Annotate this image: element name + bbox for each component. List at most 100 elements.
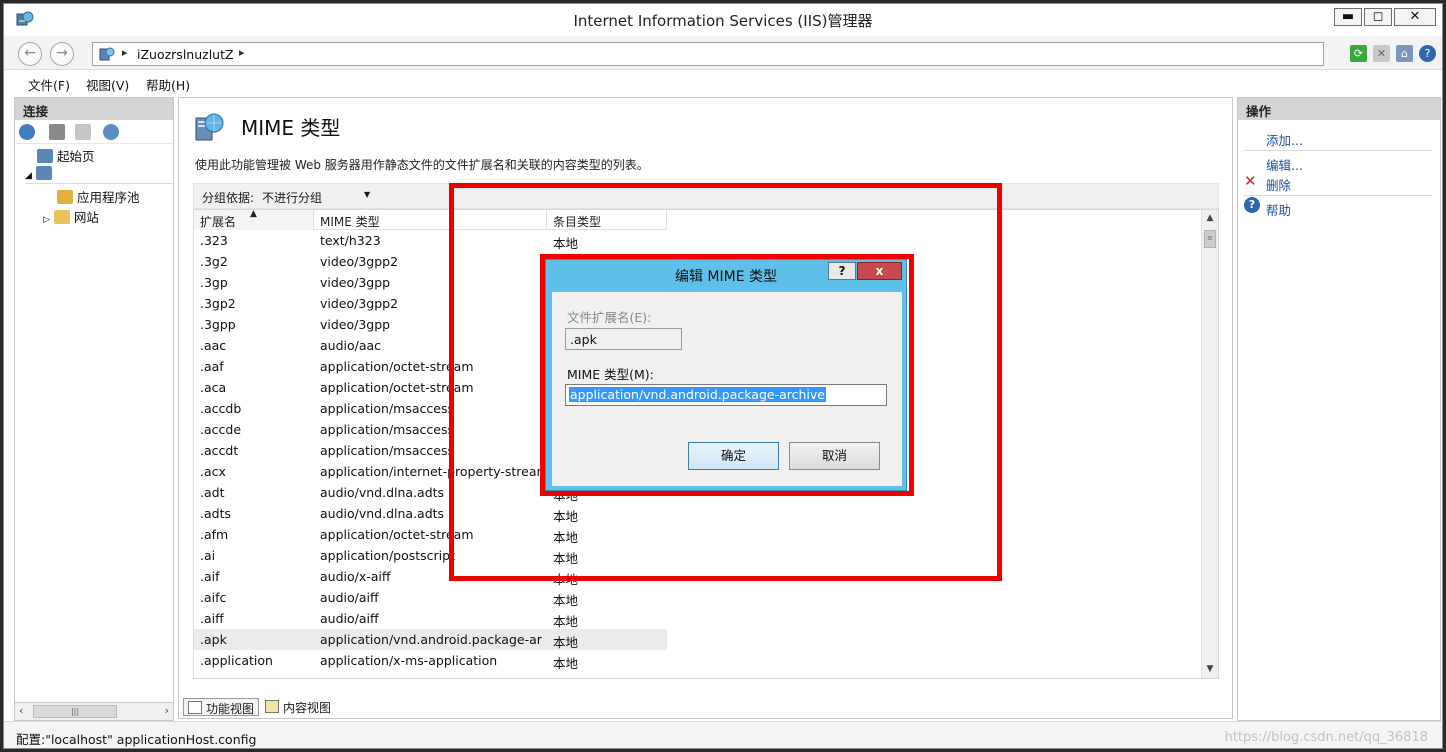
watermark: https://blog.csdn.net/qq_36818 xyxy=(1224,730,1428,745)
cell-extension: .aif xyxy=(200,569,220,584)
window-controls: ▬ ◻ ✕ xyxy=(1332,8,1436,26)
menu-bar: 文件(F) 视图(V) 帮助(H) xyxy=(4,70,1442,94)
nav-tools: ⟳ ✕ ⌂ ? xyxy=(1350,45,1436,62)
cell-extension: .application xyxy=(200,653,273,668)
menu-view[interactable]: 视图(V) xyxy=(86,75,129,94)
column-header-extension[interactable]: 扩展名 ▲ xyxy=(194,210,314,230)
cell-entry-type: 本地 xyxy=(553,635,579,650)
content-view-icon xyxy=(265,700,279,713)
action-delete[interactable]: 删除 xyxy=(1266,175,1291,194)
breadcrumb-server[interactable]: iZuozrslnuzlutZ xyxy=(137,47,234,62)
up-level-icon[interactable] xyxy=(75,124,91,140)
minimize-button[interactable]: ▬ xyxy=(1334,8,1362,26)
connect-icon[interactable] xyxy=(19,124,35,140)
action-help[interactable]: 帮助 xyxy=(1266,200,1291,219)
cell-mime-type: audio/aiff xyxy=(320,590,379,605)
navigation-bar: ← → ▸ iZuozrslnuzlutZ ▸ ⟳ ✕ ⌂ ? xyxy=(4,36,1442,70)
connections-header: 连接 xyxy=(15,98,173,120)
feature-title: MIME 类型 xyxy=(241,116,341,140)
app-pools-icon xyxy=(57,190,73,204)
tab-features-view[interactable]: 功能视图 xyxy=(183,698,260,716)
server-icon xyxy=(35,166,52,180)
cell-extension: .adts xyxy=(200,506,231,521)
expand-arrow-icon[interactable]: ◢ xyxy=(25,171,32,181)
tree-item-sites[interactable]: ▷ 网站 xyxy=(43,207,99,226)
sort-ascending-icon: ▲ xyxy=(250,209,257,219)
mime-types-icon xyxy=(195,113,224,141)
scroll-thumb[interactable]: ≡ xyxy=(1204,230,1216,248)
table-row[interactable]: .apk application/vnd.android.package-ar..… xyxy=(194,629,667,650)
cell-extension: .aac xyxy=(200,338,227,353)
cell-extension: .accdb xyxy=(200,401,242,416)
menu-file[interactable]: 文件(F) xyxy=(28,75,70,94)
breadcrumb-separator[interactable]: ▸ xyxy=(239,46,245,59)
address-bar[interactable]: ▸ iZuozrslnuzlutZ ▸ xyxy=(92,42,1324,66)
action-edit[interactable]: 编辑... xyxy=(1266,155,1303,174)
stop-icon[interactable]: ✕ xyxy=(1373,45,1390,62)
breadcrumb-separator: ▸ xyxy=(122,46,128,59)
table-row[interactable]: .aifc audio/aiff 本地 xyxy=(194,587,1202,608)
scroll-thumb[interactable]: ||| xyxy=(33,705,117,718)
cell-extension: .aiff xyxy=(200,611,224,626)
server-node-icon xyxy=(99,47,115,61)
view-tabs: 功能视图 内容视图 xyxy=(183,696,583,718)
cell-extension: .aca xyxy=(200,380,227,395)
actions-pane: 操作 添加... 编辑... ✕ 删除 ? 帮助 xyxy=(1237,97,1441,721)
group-by-select[interactable]: 不进行分组 xyxy=(262,189,322,206)
cell-extension: .3gpp xyxy=(200,317,236,332)
scroll-down-icon[interactable]: ▼ xyxy=(1202,661,1218,678)
status-bar: 配置:"localhost" applicationHost.config ht… xyxy=(4,721,1442,748)
help-icon[interactable]: ? xyxy=(1419,45,1436,62)
forward-button[interactable]: → xyxy=(50,42,74,66)
window-title: Internet Information Services (IIS)管理器 xyxy=(573,12,873,30)
table-row[interactable]: .aiff audio/aiff 本地 xyxy=(194,608,1202,629)
divider xyxy=(1244,150,1432,151)
scroll-right-icon[interactable]: › xyxy=(165,704,169,717)
group-by-label: 分组依据: xyxy=(202,191,255,205)
sites-folder-icon xyxy=(53,210,70,224)
divider xyxy=(1244,195,1432,196)
feature-description: 使用此功能管理被 Web 服务器用作静态文件的文件扩展名和关联的内容类型的列表。 xyxy=(195,158,649,172)
tree-item-start-page[interactable]: 起始页 xyxy=(37,146,95,165)
menu-help[interactable]: 帮助(H) xyxy=(146,75,190,94)
action-add[interactable]: 添加... xyxy=(1266,130,1303,149)
home-icon[interactable]: ⌂ xyxy=(1396,45,1413,62)
cell-mime-type: audio/aiff xyxy=(320,611,379,626)
cell-entry-type: 本地 xyxy=(553,656,579,671)
cell-entry-type: 本地 xyxy=(553,614,579,629)
start-page-icon xyxy=(37,149,53,163)
status-text: 配置:"localhost" applicationHost.config xyxy=(16,732,257,747)
scroll-up-icon[interactable]: ▲ xyxy=(1202,210,1218,227)
cell-mime-type: application/x-ms-application xyxy=(320,653,498,668)
cell-extension: .aifc xyxy=(200,590,227,605)
back-button[interactable]: ← xyxy=(18,42,42,66)
help-icon: ? xyxy=(1244,197,1260,213)
cell-extension: .3gp2 xyxy=(200,296,236,311)
actions-header: 操作 xyxy=(1238,98,1440,120)
collapse-arrow-icon[interactable]: ▷ xyxy=(43,215,50,225)
refresh-icon[interactable]: ⟳ xyxy=(1350,45,1367,62)
vertical-scrollbar[interactable]: ▲ ≡ ▼ xyxy=(1201,210,1218,678)
cell-extension: .apk xyxy=(200,632,227,647)
cell-extension: .adt xyxy=(200,485,225,500)
tree-item-server[interactable]: ◢ xyxy=(25,166,173,184)
cell-extension: .afm xyxy=(200,527,229,542)
cell-entry-type: 本地 xyxy=(553,593,579,608)
connections-pane: 连接 起始页 ◢ 应用程序池 ▷ 网站 ‹ ||| › xyxy=(14,97,174,721)
disconnect-icon[interactable] xyxy=(103,124,119,140)
horizontal-scrollbar[interactable]: ‹ ||| › xyxy=(15,702,173,720)
table-row[interactable]: .application application/x-ms-application… xyxy=(194,650,1202,671)
highlight-box-dialog xyxy=(540,254,914,496)
cell-extension: .3gp xyxy=(200,275,228,290)
cell-extension: .accdt xyxy=(200,443,239,458)
tree-item-app-pools[interactable]: 应用程序池 xyxy=(57,187,140,206)
save-icon[interactable] xyxy=(49,124,65,140)
title-bar: Internet Information Services (IIS)管理器 ▬… xyxy=(4,4,1442,36)
scroll-left-icon[interactable]: ‹ xyxy=(19,704,23,717)
close-window-button[interactable]: ✕ xyxy=(1394,8,1436,26)
delete-icon: ✕ xyxy=(1244,172,1257,190)
tab-content-view[interactable]: 内容视图 xyxy=(261,698,335,716)
maximize-button[interactable]: ◻ xyxy=(1364,8,1392,26)
cell-extension: .acx xyxy=(200,464,226,479)
dropdown-arrow-icon[interactable]: ▼ xyxy=(364,190,370,199)
